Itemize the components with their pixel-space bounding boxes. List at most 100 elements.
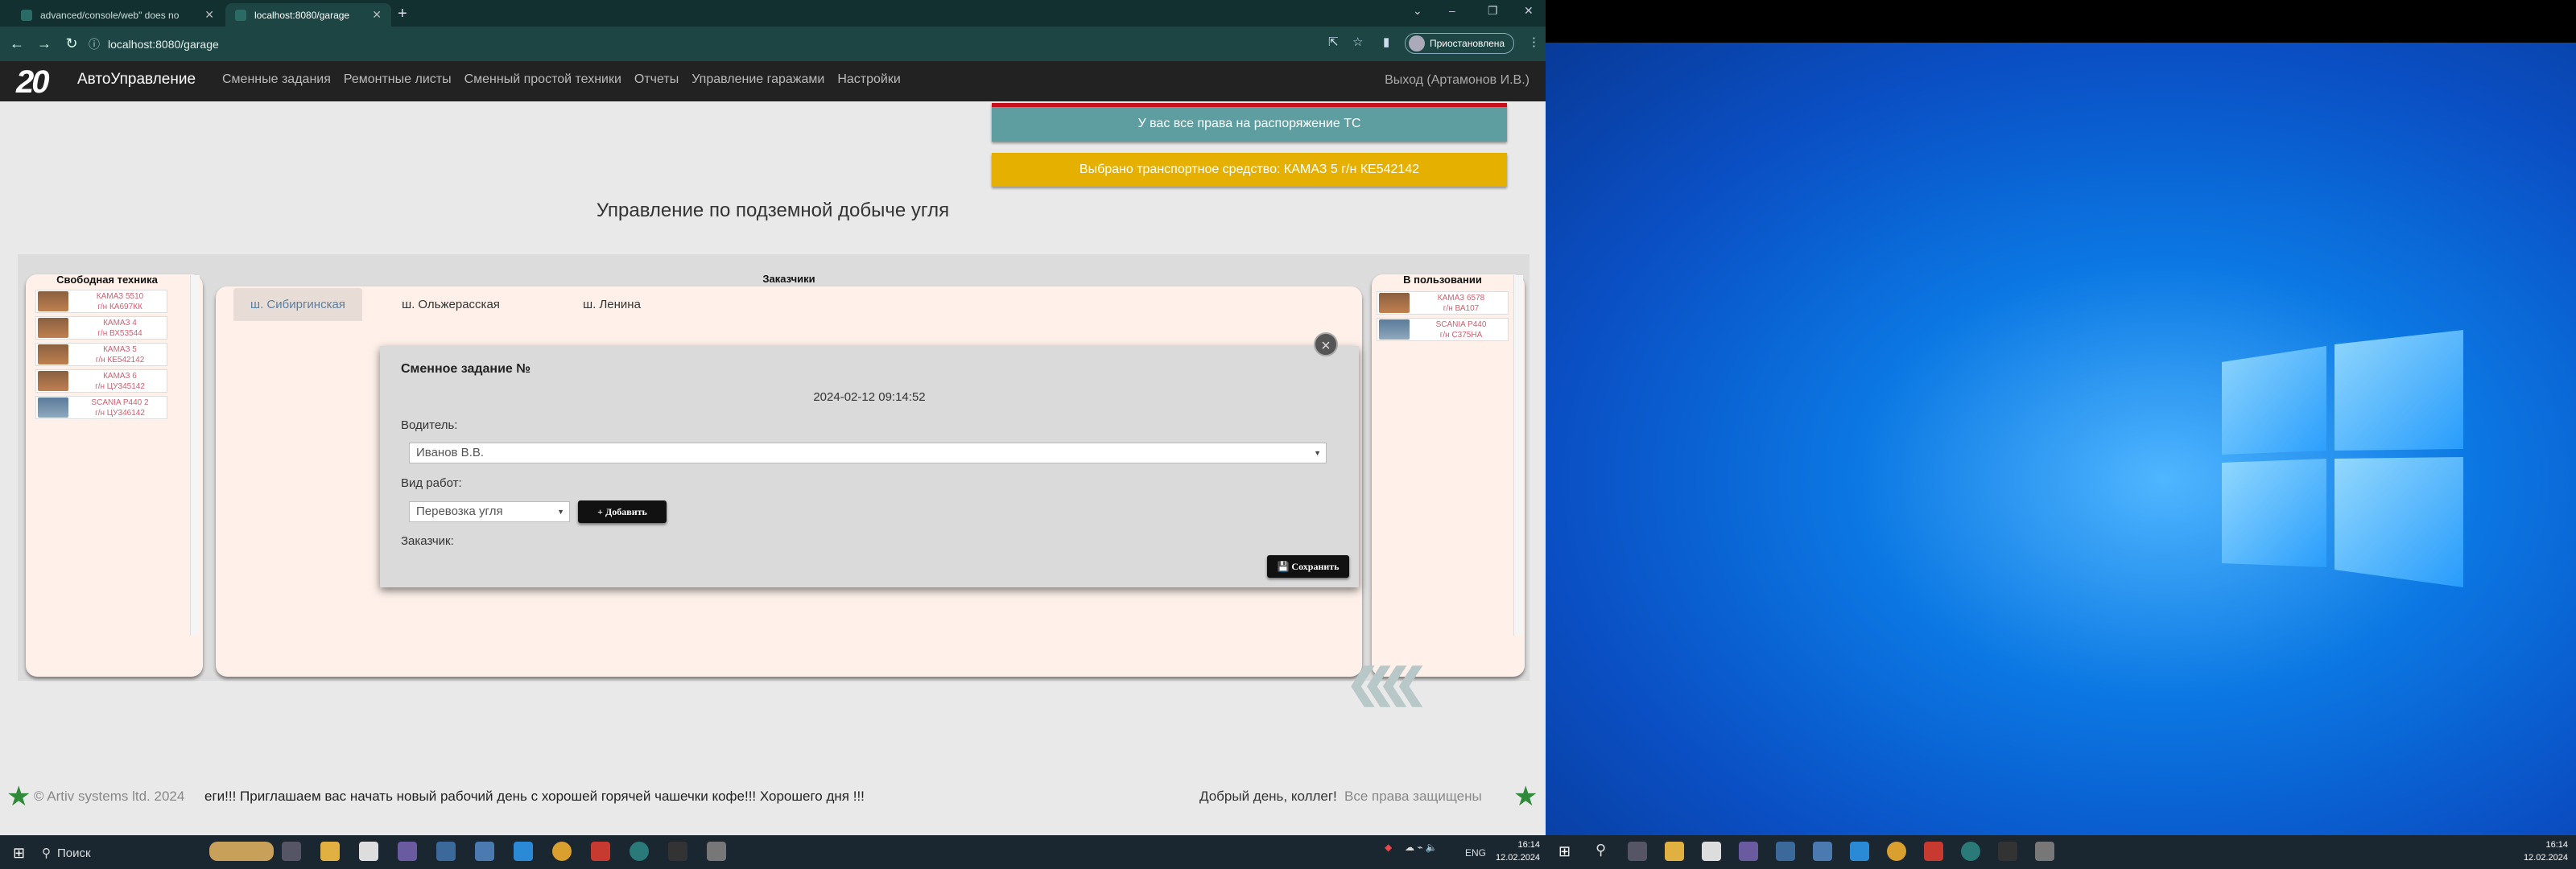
share-icon[interactable]: ⇱ <box>1328 35 1339 49</box>
modal-title: Сменное задание № <box>401 362 531 376</box>
app-icon[interactable] <box>1739 842 1758 861</box>
antivirus-icon[interactable]: ◆ <box>1385 842 1392 853</box>
app-icon[interactable] <box>1924 842 1943 861</box>
vehicle-card[interactable]: КАМАЗ 6 г/н ЦУ345142 <box>35 369 167 393</box>
star-icon: ★ <box>1513 781 1538 812</box>
network-icon[interactable]: ☁ ⌁ 🔈 <box>1405 842 1438 853</box>
clock-time: 16:14 <box>1517 840 1540 850</box>
bookmark-star-icon[interactable]: ☆ <box>1352 35 1363 49</box>
vehicle-card[interactable]: SCANIA P440 2 г/н ЦУ346142 <box>35 396 167 419</box>
vehicle-card[interactable]: КАМАЗ 6578 г/н ВА107 <box>1377 291 1509 315</box>
news-marquee: еги!!! Приглашаем вас начать новый рабоч… <box>204 789 865 804</box>
tab-search-icon[interactable]: ⌄ <box>1413 4 1422 18</box>
notepad-icon[interactable] <box>1702 842 1721 861</box>
app-icon[interactable] <box>436 842 456 861</box>
new-tab-icon[interactable]: + <box>398 5 407 23</box>
vscode-icon[interactable] <box>514 842 533 861</box>
forward-icon[interactable]: → <box>34 35 55 52</box>
notepad-icon[interactable] <box>359 842 378 861</box>
nav-settings[interactable]: Настройки <box>837 72 900 87</box>
app-icon[interactable] <box>707 842 726 861</box>
terminal-icon[interactable] <box>668 842 687 861</box>
windows-logo-icon <box>2222 330 2463 587</box>
browser-tab-garage[interactable]: localhost:8080/garage ✕ <box>225 3 391 27</box>
driver-select[interactable]: Иванов В.В. ▼ <box>409 443 1327 463</box>
in-use-scrollbar[interactable] <box>1513 275 1523 636</box>
vehicle-model: КАМАЗ 6578 <box>1437 293 1485 303</box>
company-logo[interactable]: 20 <box>16 64 72 100</box>
collapse-arrows-icon[interactable]: ❮❮❮❮ <box>1346 660 1427 706</box>
customer-tabs: ш. Сибиргинская ш. Ольжерасская ш. Ленин… <box>233 288 684 321</box>
browser-menu-icon[interactable]: ⋮ <box>1528 35 1540 49</box>
vehicle-plate: г/н КА697КК <box>97 302 142 311</box>
task-view-icon[interactable] <box>1628 842 1647 861</box>
app-icon[interactable] <box>591 842 610 861</box>
taskbar-search[interactable]: ⚲ Поиск <box>42 840 203 866</box>
nav-reports[interactable]: Отчеты <box>634 72 679 87</box>
close-icon[interactable]: × <box>1314 332 1338 356</box>
side-panel-icon[interactable]: ▮ <box>1383 35 1389 49</box>
free-vehicles-list: КАМАЗ 5510 г/н КА697КК КАМАЗ 4 г/н ВХ53544… <box>35 290 167 419</box>
clock-time: 16:14 <box>2545 840 2568 850</box>
chrome-active-icon[interactable] <box>630 842 649 861</box>
truck-icon <box>38 371 68 391</box>
search-icon[interactable]: ⚲ <box>1596 842 1606 859</box>
work-type-select[interactable]: Перевозка угля ▼ <box>409 501 570 522</box>
explorer-icon[interactable] <box>320 842 340 861</box>
save-button[interactable]: 💾 Сохранить <box>1267 555 1349 578</box>
chrome-active-icon[interactable] <box>1961 842 1980 861</box>
explorer-icon[interactable] <box>1665 842 1684 861</box>
close-window-icon[interactable]: ✕ <box>1524 4 1534 18</box>
app-brand[interactable]: АвтоУправление <box>77 71 196 89</box>
app-icon[interactable] <box>1776 842 1795 861</box>
start-icon[interactable]: ⊞ <box>13 845 25 862</box>
site-info-icon[interactable]: ⓘ <box>89 36 100 52</box>
app-icon[interactable] <box>475 842 494 861</box>
vehicle-card[interactable]: КАМАЗ 5 г/н КЕ542142 <box>35 343 167 366</box>
clock-date: 12.02.2024 <box>2523 853 2568 863</box>
tab-sibirginskaya[interactable]: ш. Сибиргинская <box>233 288 362 321</box>
nav-garages[interactable]: Управление гаражами <box>691 72 824 87</box>
minimize-icon[interactable]: – <box>1449 4 1455 17</box>
app-icon[interactable] <box>2035 842 2054 861</box>
nav-repair-sheets[interactable]: Ремонтные листы <box>344 72 452 87</box>
chrome-icon[interactable] <box>552 842 572 861</box>
nav-shift-tasks[interactable]: Сменные задания <box>222 72 331 87</box>
vehicle-card[interactable]: КАМАЗ 4 г/н ВХ53544 <box>35 316 167 340</box>
tab-close-icon[interactable]: ✕ <box>204 8 214 22</box>
vehicle-model: SCANIA P440 <box>1435 319 1487 329</box>
customer-label: Заказчик: <box>401 534 454 548</box>
clock[interactable]: 16:14 12.02.2024 <box>1496 838 1540 864</box>
free-list-scrollbar[interactable] <box>190 275 200 636</box>
logout-link[interactable]: Выход (Артамонов И.В.) <box>1385 73 1530 88</box>
maximize-icon[interactable]: ❐ <box>1488 4 1498 18</box>
chevron-down-icon: ▼ <box>1314 449 1321 457</box>
clock-date: 12.02.2024 <box>1496 853 1541 863</box>
clock-right[interactable]: 16:14 12.02.2024 <box>2518 838 2568 864</box>
add-work-button[interactable]: + Добавить <box>578 500 667 523</box>
shift-task-modal <box>380 346 1359 587</box>
profile-button[interactable]: Приостановлена <box>1405 33 1514 54</box>
app-icon[interactable] <box>1813 842 1832 861</box>
reload-icon[interactable]: ↻ <box>61 35 82 52</box>
truck-icon <box>38 318 68 338</box>
app-icon[interactable] <box>398 842 417 861</box>
in-use-title: В пользовании <box>1403 274 1482 286</box>
tab-olzherasskaya[interactable]: ш. Ольжерасская <box>362 288 539 321</box>
tab-lenina[interactable]: ш. Ленина <box>539 288 684 321</box>
vehicle-card[interactable]: КАМАЗ 5510 г/н КА697КК <box>35 290 167 313</box>
language-indicator[interactable]: ENG <box>1465 847 1486 859</box>
nav-downtime[interactable]: Сменный простой техники <box>464 72 621 87</box>
vscode-icon[interactable] <box>1850 842 1869 861</box>
chrome-icon[interactable] <box>1887 842 1906 861</box>
weather-widget-icon[interactable] <box>209 842 274 861</box>
tab-close-icon[interactable]: ✕ <box>372 8 382 22</box>
task-view-icon[interactable] <box>282 842 301 861</box>
terminal-icon[interactable] <box>1998 842 2017 861</box>
address-bar[interactable]: ⓘ localhost:8080/garage <box>89 32 1296 56</box>
browser-tab-console[interactable]: advanced/console/web" does no ✕ <box>11 3 224 27</box>
back-icon[interactable]: ← <box>6 35 27 52</box>
search-icon: ⚲ <box>42 846 51 860</box>
start-icon[interactable]: ⊞ <box>1558 843 1571 860</box>
vehicle-card[interactable]: SCANIA P440 г/н С375НА <box>1377 318 1509 341</box>
